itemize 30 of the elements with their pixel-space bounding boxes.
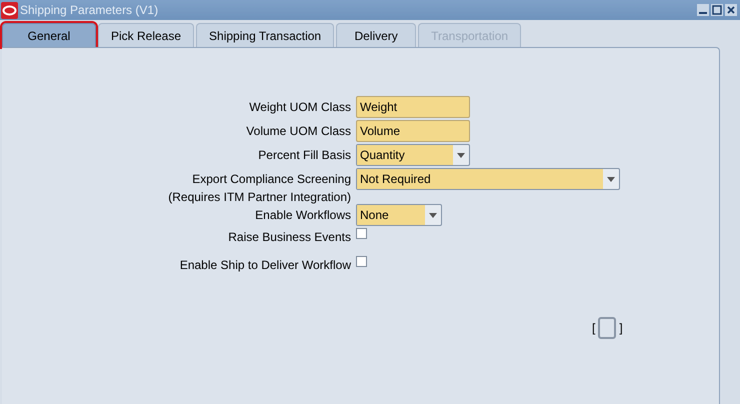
bracket-text: [ (592, 320, 596, 337)
text-field[interactable]: Volume (356, 120, 470, 142)
minimize-icon[interactable] (697, 4, 709, 16)
maximize-icon[interactable] (711, 4, 723, 16)
tab[interactable]: General (2, 23, 96, 47)
field-label: Weight UOM Class (248, 99, 352, 115)
field-label: Percent Fill Basis (257, 147, 352, 163)
dropdown-field[interactable]: Not Required (356, 168, 620, 190)
field-label: Enable Workflows (254, 207, 352, 223)
close-icon[interactable] (725, 4, 737, 16)
dropdown-field[interactable]: Quantity (356, 144, 470, 166)
field-label: Volume UOM Class (245, 123, 352, 139)
bracket-text: ] (619, 320, 623, 337)
field-note: (Requires ITM Partner Integration) (167, 191, 352, 203)
checkbox[interactable] (356, 256, 367, 267)
app-logo-icon (1, 2, 18, 18)
dropdown-caret-icon (457, 152, 465, 158)
flexfield-box[interactable] (598, 317, 616, 339)
dropdown-caret-icon (607, 176, 615, 182)
window-title: Shipping Parameters (V1) (20, 2, 158, 19)
field-label: Enable Ship to Deliver Workflow (178, 257, 352, 273)
dropdown-caret-icon (429, 212, 437, 218)
tab[interactable]: Pick Release (98, 23, 194, 47)
tab[interactable]: Shipping Transaction (196, 23, 334, 47)
checkbox[interactable] (356, 228, 367, 239)
tab[interactable]: Delivery (336, 23, 416, 47)
field-label: Raise Business Events (227, 229, 352, 245)
field-label: Export Compliance Screening (191, 171, 352, 187)
dropdown-field[interactable]: None (356, 204, 442, 226)
text-field[interactable]: Weight (356, 96, 470, 118)
